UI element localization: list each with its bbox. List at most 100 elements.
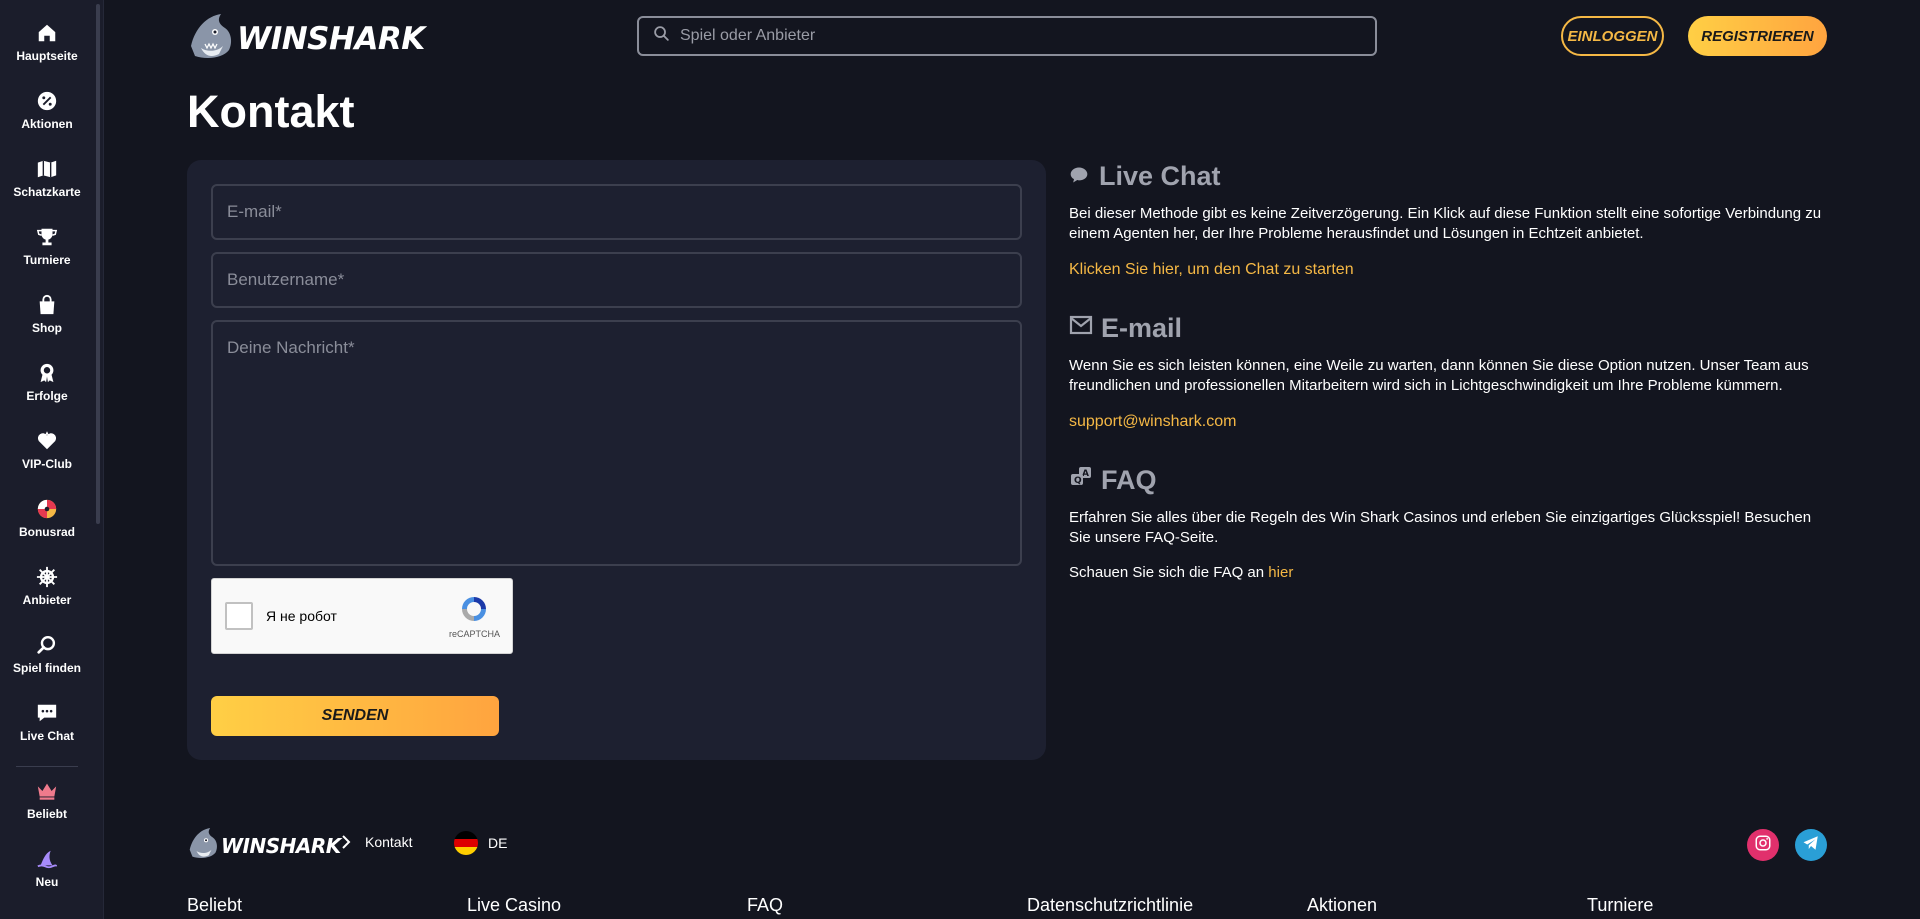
sidebar-item-label: Aktionen (21, 117, 73, 131)
faq-section: AQ FAQ Erfahren Sie alles über die Regel… (1069, 464, 1829, 582)
register-button[interactable]: REGISTRIEREN (1688, 16, 1827, 56)
sidebar-item-label: Schatzkarte (13, 185, 81, 199)
sidebar-item-bonusrad[interactable]: Bonusrad (0, 498, 94, 539)
instagram-button[interactable] (1747, 829, 1779, 861)
sidebar-item-schatzkarte[interactable]: Schatzkarte (0, 158, 94, 199)
footer-logo-text: WINSHARK (221, 833, 341, 858)
sidebar-item-label: Beliebt (26, 807, 67, 821)
shark-fin-icon (36, 848, 58, 870)
sidebar-item-neu[interactable]: Neu (0, 848, 94, 889)
faq-text: Erfahren Sie alles über die Regeln des W… (1069, 509, 1812, 546)
wheel-icon (36, 498, 58, 520)
instagram-icon (1754, 834, 1772, 857)
logo-text: WINSHARK (237, 20, 425, 57)
shark-logo-icon (187, 823, 221, 868)
recaptcha-checkbox[interactable] (225, 602, 253, 630)
footer-link-datenschutz[interactable]: Datenschutzrichtlinie (1027, 895, 1193, 916)
shop-bag-icon (36, 294, 58, 316)
live-chat-text: Bei dieser Methode gibt es keine Zeitver… (1069, 205, 1822, 242)
login-button[interactable]: EINLOGGEN (1561, 16, 1664, 56)
sidebar-item-label: Neu (35, 875, 59, 889)
chat-icon (36, 702, 58, 724)
map-icon (36, 158, 58, 180)
recaptcha-brand: reCAPTCHA (449, 591, 500, 639)
sidebar-item-vip-club[interactable]: VIP-Club (0, 430, 94, 471)
sidebar-item-spiel-finden[interactable]: Spiel finden (0, 634, 94, 675)
sidebar-item-aktionen[interactable]: Aktionen (0, 90, 94, 131)
chevron-right-icon (339, 833, 353, 856)
faq-title: FAQ (1101, 464, 1157, 495)
badge-icon (36, 362, 58, 384)
username-field[interactable] (211, 252, 1022, 308)
vip-heart-icon (36, 430, 58, 452)
chat-bubble-icon (1069, 161, 1099, 192)
ship-wheel-icon (36, 566, 58, 588)
sidebar-item-erfolge[interactable]: Erfolge (0, 362, 94, 403)
email-title: E-mail (1101, 312, 1183, 343)
sidebar-item-label: Hauptseite (16, 49, 78, 63)
language-code: DE (488, 835, 508, 851)
sidebar-scrollbar[interactable] (96, 4, 100, 524)
sidebar-item-label: Bonusrad (18, 525, 75, 539)
sidebar-item-label: VIP-Club (22, 457, 72, 471)
telegram-icon (1802, 834, 1820, 857)
sidebar-item-label: Erfolge (26, 389, 68, 403)
contact-form: Я не робот reCAPTCHA SENDEN (187, 160, 1046, 760)
crown-icon (36, 780, 58, 802)
sidebar-item-hauptseite[interactable]: Hauptseite (0, 22, 94, 63)
footer-link-faq[interactable]: FAQ (747, 895, 783, 916)
search-icon (653, 25, 670, 47)
footer-logo[interactable]: WINSHARK (187, 823, 341, 868)
footer-bar: WINSHARK Kontakt DE (187, 823, 1827, 863)
svg-text:Q: Q (1074, 476, 1082, 486)
germany-flag-icon (454, 831, 478, 855)
faq-icon: AQ (1069, 465, 1101, 496)
email-field[interactable] (211, 184, 1022, 240)
sidebar-item-label: Spiel finden (12, 661, 81, 675)
sidebar-item-live-chat[interactable]: Live Chat (0, 702, 94, 743)
faq-link-line: Schauen Sie sich die FAQ an hier (1069, 564, 1829, 581)
sidebar: Hauptseite Aktionen Schatzkarte Turniere… (0, 0, 104, 919)
send-button[interactable]: SENDEN (211, 696, 499, 736)
start-chat-link[interactable]: Klicken Sie hier, um den Chat zu starten (1069, 261, 1829, 279)
footer-link-beliebt[interactable]: Beliebt (187, 895, 242, 916)
sidebar-item-shop[interactable]: Shop (0, 294, 94, 335)
svg-text:A: A (1082, 469, 1089, 479)
recaptcha-logo-icon (458, 593, 490, 627)
search-bar[interactable] (637, 16, 1377, 56)
language-selector[interactable]: DE (454, 831, 507, 855)
faq-here-link[interactable]: hier (1268, 564, 1293, 581)
site-logo[interactable]: WINSHARK (187, 8, 425, 69)
sidebar-item-label: Turniere (23, 253, 71, 267)
faq-link-prefix: Schauen Sie sich die FAQ an (1069, 564, 1265, 581)
sidebar-divider (16, 766, 78, 767)
email-section: E-mail Wenn Sie es sich leisten können, … (1069, 312, 1829, 431)
live-chat-title: Live Chat (1099, 160, 1221, 191)
shark-logo-icon (187, 8, 237, 69)
sidebar-item-label: Live Chat (19, 729, 74, 743)
envelope-icon (1069, 313, 1101, 344)
sidebar-item-label: Anbieter (22, 593, 72, 607)
search-icon (36, 634, 58, 656)
support-email-link[interactable]: support@winshark.com (1069, 413, 1829, 431)
breadcrumb-current: Kontakt (365, 834, 413, 850)
trophy-icon (36, 226, 58, 248)
percent-icon (36, 90, 58, 112)
search-input[interactable] (680, 27, 1340, 45)
sidebar-item-anbieter[interactable]: Anbieter (0, 566, 94, 607)
footer-links: Beliebt Live Casino FAQ Datenschutzricht… (187, 895, 1827, 919)
recaptcha-label: Я не робот (266, 608, 337, 624)
message-field[interactable] (211, 320, 1022, 566)
sidebar-item-turniere[interactable]: Turniere (0, 226, 94, 267)
sidebar-item-beliebt[interactable]: Beliebt (0, 780, 94, 821)
home-icon (36, 22, 58, 44)
telegram-button[interactable] (1795, 829, 1827, 861)
recaptcha-brand-text: reCAPTCHA (448, 629, 500, 639)
footer-link-turniere[interactable]: Turniere (1587, 895, 1653, 916)
sidebar-item-label: Shop (32, 321, 62, 335)
footer-link-live-casino[interactable]: Live Casino (467, 895, 561, 916)
page-title: Kontakt (187, 86, 355, 137)
live-chat-section: Live Chat Bei dieser Methode gibt es kei… (1069, 160, 1829, 279)
email-text: Wenn Sie es sich leisten können, eine We… (1069, 357, 1809, 394)
footer-link-aktionen[interactable]: Aktionen (1307, 895, 1377, 916)
